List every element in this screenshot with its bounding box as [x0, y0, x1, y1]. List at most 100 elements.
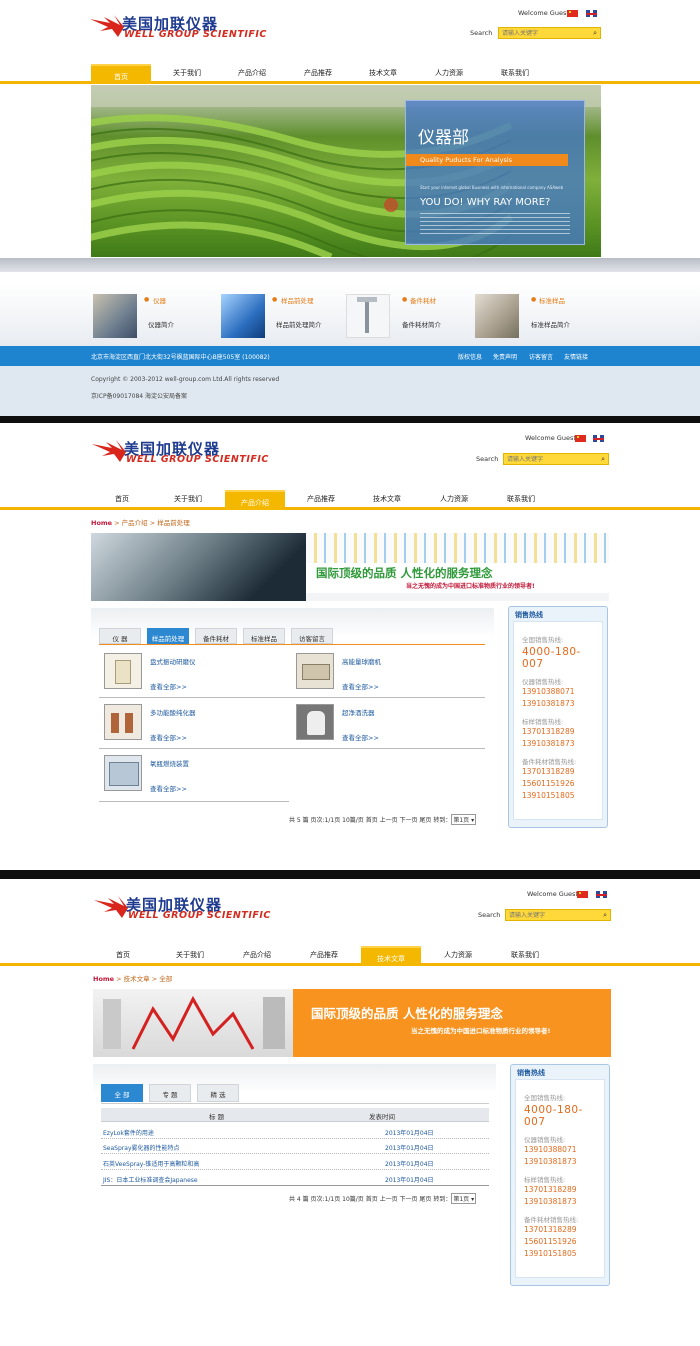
article-row[interactable]: 石英VeeSpray-锥适用于高颗粒和高 2013年01月04日 [101, 1157, 489, 1170]
feature-link[interactable]: 备件耗材简介 [402, 319, 441, 329]
feature-parts[interactable]: ● 备件耗材 备件耗材简介 [346, 294, 466, 338]
feature-standard[interactable]: ● 标准样品 标准样品简介 [475, 294, 595, 338]
search-icon[interactable]: ⌕ [593, 29, 597, 38]
article-title[interactable]: 石英VeeSpray-锥适用于高颗粒和高 [103, 1159, 199, 1168]
product-name[interactable]: 氧瓶燃烧装置 [150, 758, 189, 768]
uk-flag-icon[interactable] [596, 891, 607, 898]
breadcrumb-home[interactable]: Home [93, 975, 114, 983]
product-more-link[interactable]: 查看全部>> [342, 681, 379, 691]
nav-articles[interactable]: 技术文章 [353, 68, 413, 78]
feature-link[interactable]: 样品前处理简介 [276, 319, 322, 329]
home-banner: 仪器部 Quality Puducts For Analysis Start y… [91, 85, 601, 257]
cn-flag-icon[interactable] [567, 10, 578, 17]
sample-prep-thumb [221, 294, 265, 338]
feature-row: ● 仪器 仪器简介 ● 样品前处理 样品前处理简介 ● 备件耗材 备件耗材简介 … [0, 284, 700, 346]
nav-hr[interactable]: 人力资源 [419, 68, 479, 78]
tab-standard[interactable]: 标准样品 [243, 628, 285, 644]
logo[interactable]: 美国加联仪器 WELL GROUP SCIENTIFIC [92, 438, 292, 466]
sales-sidebar: 销售热线 全国销售热线: 4000-180-007 仪器销售热线: 139103… [508, 606, 608, 828]
product-item[interactable]: 多功能酸纯化器 查看全部>> [104, 704, 289, 744]
product-item[interactable]: 高能量球磨机 查看全部>> [296, 653, 481, 693]
tab-featured[interactable]: 精 选 [197, 1084, 239, 1102]
product-more-link[interactable]: 查看全部>> [342, 732, 379, 742]
article-title[interactable]: SeaSpray雾化器的性能特点 [103, 1143, 180, 1152]
article-row[interactable]: JIS：日本工业标准调查会Japanese 2013年01月04日 [101, 1173, 489, 1186]
product-name[interactable]: 超净酒洗器 [342, 707, 375, 717]
nav-recommend[interactable]: 产品推荐 [294, 950, 354, 960]
article-row[interactable]: EzyLok套件的用途 2013年01月04日 [101, 1126, 489, 1139]
product-thumb [296, 704, 334, 740]
tab-all[interactable]: 全 部 [101, 1084, 143, 1102]
tab-sample-prep[interactable]: 样品前处理 [147, 628, 189, 644]
tab-topics[interactable]: 专 题 [149, 1084, 191, 1102]
search-icon[interactable]: ⌕ [603, 911, 607, 920]
product-more-link[interactable]: 查看全部>> [150, 732, 187, 742]
nav-about[interactable]: 关于我们 [160, 950, 220, 960]
article-title[interactable]: JIS：日本工业标准调查会Japanese [103, 1175, 198, 1184]
nav-articles[interactable]: 技术文章 [357, 494, 417, 504]
flame-logo-icon [92, 440, 126, 462]
uk-flag-icon[interactable] [586, 10, 597, 17]
tab-parts[interactable]: 备件耗材 [195, 628, 237, 644]
nav-products[interactable]: 产品介绍 [227, 950, 287, 960]
icp-text[interactable]: 京ICP备09017084 海淀公安局备案 [91, 391, 187, 400]
feature-instrument[interactable]: ● 仪器 仪器简介 [93, 294, 203, 338]
cn-flag-icon[interactable] [575, 435, 586, 442]
article-title[interactable]: EzyLok套件的用途 [103, 1128, 154, 1137]
nav-contact[interactable]: 联系我们 [485, 68, 545, 78]
product-more-link[interactable]: 查看全部>> [150, 783, 187, 793]
parts-phone: 15601151926 [522, 779, 575, 788]
footer-link-disclaimer[interactable]: 免责声明 [493, 352, 517, 361]
row-divider [99, 697, 485, 698]
nav-contact[interactable]: 联系我们 [495, 950, 555, 960]
article-row[interactable]: SeaSpray雾化器的性能特点 2013年01月04日 [101, 1141, 489, 1154]
page-select[interactable]: 第1页 ▾ [451, 814, 477, 825]
feature-sample-prep[interactable]: ● 样品前处理 样品前处理简介 [221, 294, 341, 338]
nav-contact[interactable]: 联系我们 [491, 494, 551, 504]
search-input[interactable] [506, 910, 590, 920]
nav-recommend[interactable]: 产品推荐 [291, 494, 351, 504]
product-name[interactable]: 高能量球磨机 [342, 656, 381, 666]
footer-link-friends[interactable]: 友情链接 [564, 352, 588, 361]
uk-flag-icon[interactable] [593, 435, 604, 442]
nav-products[interactable]: 产品介绍 [222, 68, 282, 78]
welcome-text: Welcome Guest [525, 434, 576, 442]
feature-link[interactable]: 标准样品简介 [531, 319, 570, 329]
nav-articles[interactable]: 技术文章 [361, 946, 421, 966]
products-banner: 国际顶级的品质 人性化的服务理念 当之无愧的成为中国进口标准物质行业的领导者! [91, 533, 609, 601]
nav-recommend[interactable]: 产品推荐 [288, 68, 348, 78]
nav-home[interactable]: 首页 [93, 950, 153, 960]
nav-hr[interactable]: 人力资源 [424, 494, 484, 504]
product-item[interactable]: 氧瓶燃烧装置 查看全部>> [104, 755, 289, 795]
row-divider [99, 748, 485, 749]
product-item[interactable]: 超净酒洗器 查看全部>> [296, 704, 481, 744]
logo[interactable]: 美国加联仪器 WELL GROUP SCIENTIFIC [94, 894, 294, 922]
product-more-link[interactable]: 查看全部>> [150, 681, 187, 691]
nav-home[interactable]: 首页 [91, 64, 151, 84]
footer-link-copyright[interactable]: 版权信息 [458, 352, 482, 361]
home-panel: 美国加联仪器 WELL GROUP SCIENTIFIC Welcome Gue… [0, 0, 700, 416]
product-name[interactable]: 盘式振动研磨仪 [150, 656, 196, 666]
national-label: 全国销售热线: [524, 1094, 566, 1102]
search-icon[interactable]: ⌕ [601, 455, 605, 464]
product-name[interactable]: 多功能酸纯化器 [150, 707, 196, 717]
nav-hr[interactable]: 人力资源 [428, 950, 488, 960]
search-input[interactable] [499, 28, 580, 38]
feature-link[interactable]: 仪器简介 [148, 319, 174, 329]
page-select[interactable]: 第1页 ▾ [451, 1193, 477, 1204]
tab-guestbook[interactable]: 访客留言 [291, 628, 333, 644]
nav-about[interactable]: 关于我们 [158, 494, 218, 504]
nav-about[interactable]: 关于我们 [157, 68, 217, 78]
product-item[interactable]: 盘式振动研磨仪 查看全部>> [104, 653, 289, 693]
footer-link-guestbook[interactable]: 访客留言 [529, 352, 553, 361]
nav-home[interactable]: 首页 [92, 494, 152, 504]
col-title: 标 题 [209, 1113, 225, 1121]
logo[interactable]: 美国加联仪器 WELL GROUP SCIENTIFIC [90, 13, 290, 41]
tab-instrument[interactable]: 仪 器 [99, 628, 141, 644]
feature-title: 样品前处理 [281, 297, 314, 305]
nav-products[interactable]: 产品介绍 [225, 490, 285, 510]
breadcrumb-path: > 产品介绍 > 样品前处理 [112, 519, 190, 527]
breadcrumb-home[interactable]: Home [91, 519, 112, 527]
search-input[interactable] [504, 454, 588, 464]
cn-flag-icon[interactable] [577, 891, 588, 898]
